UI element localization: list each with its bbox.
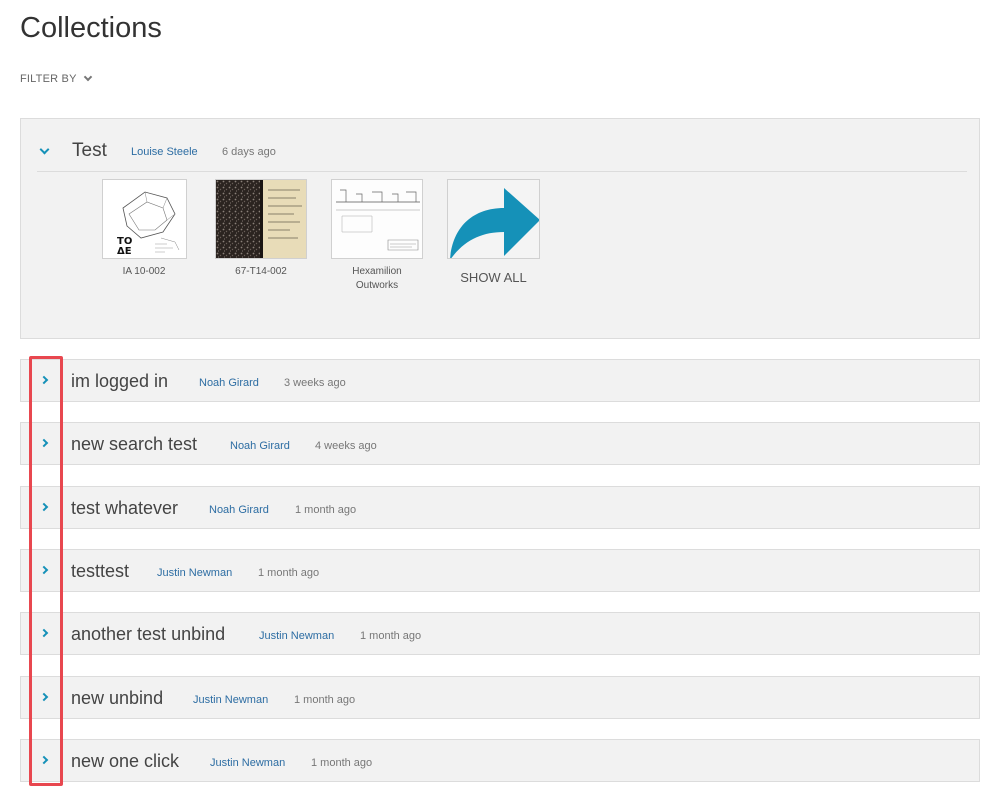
svg-text:ΔΕ: ΔΕ — [117, 246, 132, 257]
collection-row[interactable]: im logged in Noah Girard 3 weeks ago — [20, 359, 980, 402]
thumbnail-label: Hexamilion Outworks — [352, 266, 402, 291]
collection-timestamp: 6 days ago — [222, 146, 276, 158]
collection-owner-link[interactable]: Noah Girard — [230, 440, 290, 452]
collection-owner-link[interactable]: Noah Girard — [199, 377, 259, 389]
collection-owner-link[interactable]: Justin Newman — [210, 757, 285, 769]
collection-title[interactable]: im logged in — [71, 371, 168, 392]
collection-title[interactable]: new one click — [71, 751, 179, 772]
collection-row[interactable]: test whatever Noah Girard 1 month ago — [20, 486, 980, 529]
chevron-right-icon[interactable] — [39, 692, 49, 702]
chevron-right-icon[interactable] — [39, 438, 49, 448]
collection-timestamp: 3 weeks ago — [284, 377, 346, 389]
chevron-down-icon — [83, 72, 92, 82]
collection-title[interactable]: new search test — [71, 434, 197, 455]
chevron-right-icon[interactable] — [39, 565, 49, 575]
chevron-right-icon[interactable] — [39, 628, 49, 638]
collection-owner-link[interactable]: Justin Newman — [259, 630, 334, 642]
collection-timestamp: 1 month ago — [360, 630, 422, 642]
collection-timestamp: 1 month ago — [294, 694, 356, 706]
collection-timestamp: 1 month ago — [258, 567, 320, 579]
filter-by-dropdown[interactable]: FILTER BY — [20, 72, 92, 85]
show-all-tile[interactable] — [447, 179, 540, 259]
arrow-right-icon — [448, 180, 539, 258]
collection-timestamp: 4 weeks ago — [315, 440, 377, 452]
collection-row[interactable]: testtest Justin Newman 1 month ago — [20, 549, 980, 592]
collection-title[interactable]: new unbind — [71, 688, 163, 709]
expanded-collection: Test Louise Steele 6 days ago ΤΟ ΔΕ IA 1… — [20, 118, 980, 339]
collection-row[interactable]: new search test Noah Girard 4 weeks ago — [20, 422, 980, 465]
show-all-link[interactable]: SHOW ALL — [447, 270, 540, 285]
page-title: Collections — [20, 12, 162, 44]
collection-owner-link[interactable]: Justin Newman — [157, 567, 232, 579]
collection-timestamp: 1 month ago — [295, 504, 357, 516]
collection-row[interactable]: new one click Justin Newman 1 month ago — [20, 739, 980, 782]
collection-owner-link[interactable]: Justin Newman — [193, 694, 268, 706]
collection-title[interactable]: another test unbind — [71, 624, 225, 645]
thumbnail-map-sketch[interactable]: ΤΟ ΔΕ — [102, 179, 187, 259]
collection-title[interactable]: test whatever — [71, 498, 178, 519]
collection-row[interactable]: new unbind Justin Newman 1 month ago — [20, 676, 980, 719]
thumbnail-notebook[interactable] — [215, 179, 307, 259]
thumbnail-label: 67-T14-002 — [235, 266, 287, 277]
collection-owner-link[interactable]: Louise Steele — [131, 146, 198, 158]
collection-title[interactable]: Test — [72, 140, 107, 162]
collection-owner-link[interactable]: Noah Girard — [209, 504, 269, 516]
collection-title[interactable]: testtest — [71, 561, 129, 582]
chevron-right-icon[interactable] — [39, 755, 49, 765]
collection-timestamp: 1 month ago — [311, 757, 373, 769]
collection-row[interactable]: another test unbind Justin Newman 1 mont… — [20, 612, 980, 655]
chevron-right-icon[interactable] — [39, 502, 49, 512]
chevron-right-icon[interactable] — [39, 375, 49, 385]
thumbnail-drawing[interactable] — [331, 179, 423, 259]
filter-by-label: FILTER BY — [20, 73, 77, 85]
thumbnail-label: IA 10-002 — [122, 266, 166, 277]
